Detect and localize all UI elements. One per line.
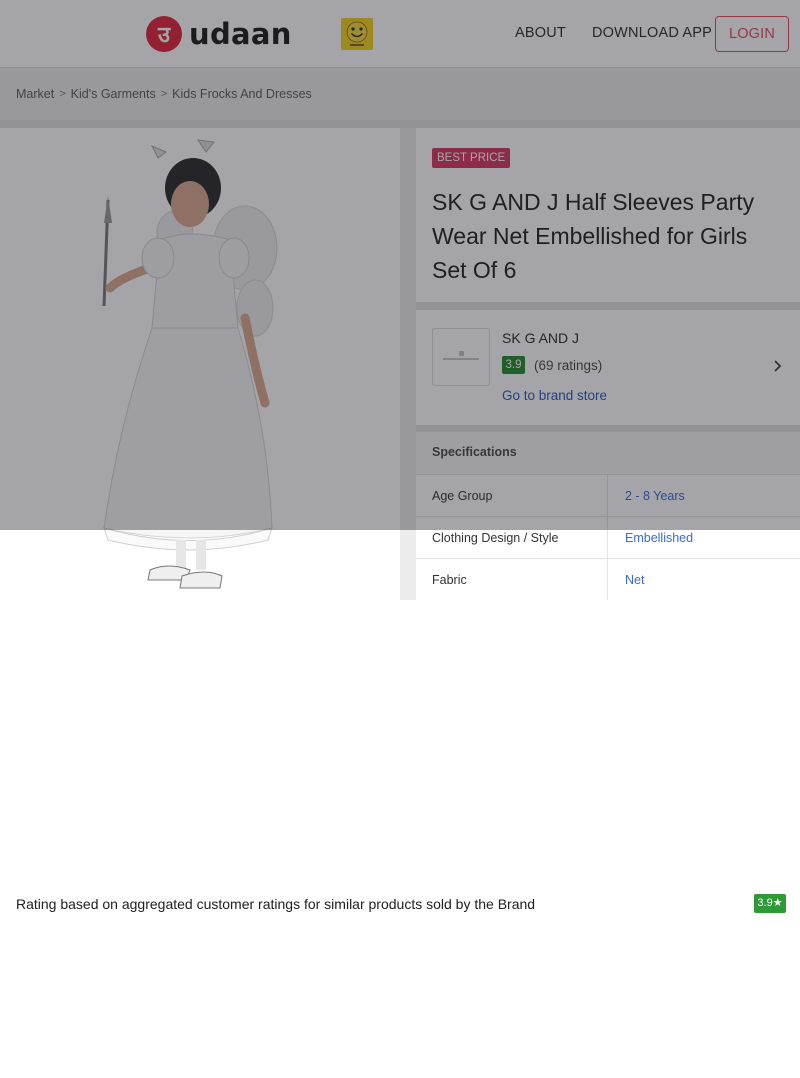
modal-backdrop[interactable]: [0, 0, 800, 530]
spec-row: Fabric Net: [416, 558, 800, 601]
spec-divider: [607, 559, 608, 601]
rating-info-text: Rating based on aggregated customer rati…: [16, 896, 536, 912]
rating-info-badge: 3.9★: [754, 894, 786, 913]
page-root: उ udaan ABOUT DOWNLOAD APP LOGIN Market …: [0, 0, 800, 1078]
rating-info-sheet: Rating based on aggregated customer rati…: [0, 600, 800, 1078]
spec-value: Net: [625, 573, 645, 587]
spec-label: Clothing Design / Style: [432, 531, 559, 545]
spec-label: Fabric: [432, 573, 467, 587]
spec-value: Embellished: [625, 531, 694, 545]
